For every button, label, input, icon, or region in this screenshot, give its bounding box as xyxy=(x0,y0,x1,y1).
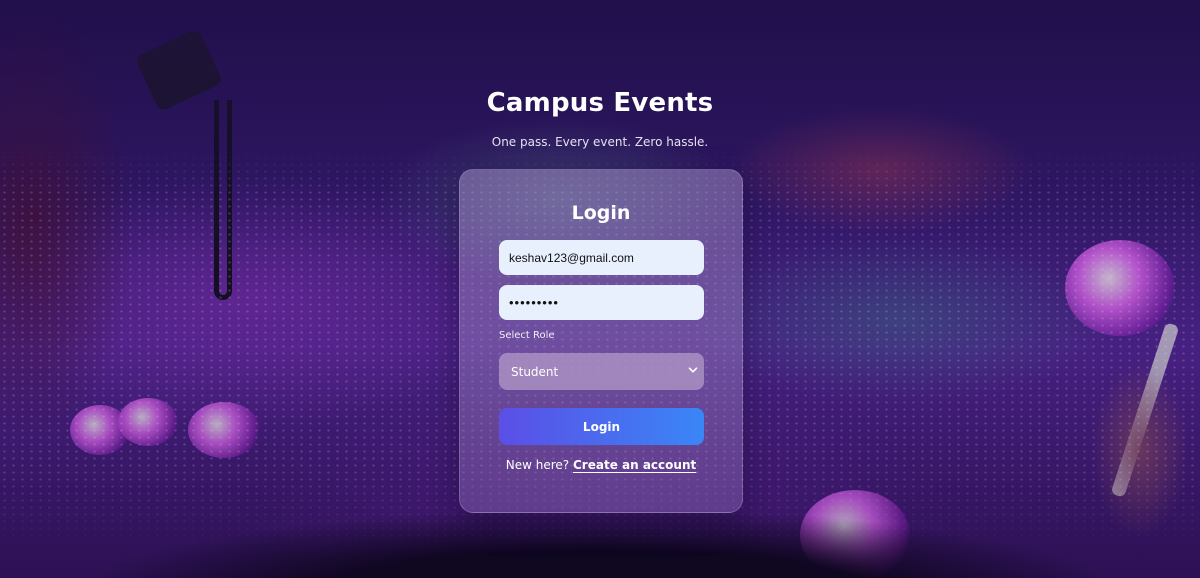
login-card-title: Login xyxy=(571,202,631,224)
create-account-link[interactable]: Create an account xyxy=(573,458,696,472)
foreground-person xyxy=(0,0,220,578)
lightstick-glow xyxy=(1065,240,1175,336)
signup-row: New here? Create an account xyxy=(460,458,742,472)
app-tagline: One pass. Every event. Zero hassle. xyxy=(491,135,709,149)
role-select-value: Student xyxy=(511,364,559,379)
lightstick-glow xyxy=(188,402,260,458)
hero: Campus Events One pass. Every event. Zer… xyxy=(0,88,1200,149)
signup-prompt: New here? xyxy=(505,458,570,472)
lightstick-glow xyxy=(70,405,130,455)
chevron-down-icon xyxy=(688,365,698,375)
login-card: Login keshav123@gmail.com ••••••••• Sele… xyxy=(459,169,743,513)
lightstick-glow xyxy=(118,398,178,446)
login-button[interactable]: Login xyxy=(499,408,704,445)
role-select[interactable]: Student xyxy=(499,353,704,390)
lightstick-handle xyxy=(1110,322,1180,498)
lightstick-glow xyxy=(800,490,910,578)
role-label: Select Role xyxy=(499,330,555,341)
app-title: Campus Events xyxy=(486,88,714,118)
password-field[interactable]: ••••••••• xyxy=(499,285,704,320)
email-field[interactable]: keshav123@gmail.com xyxy=(499,240,704,275)
raised-hand xyxy=(1080,360,1190,578)
